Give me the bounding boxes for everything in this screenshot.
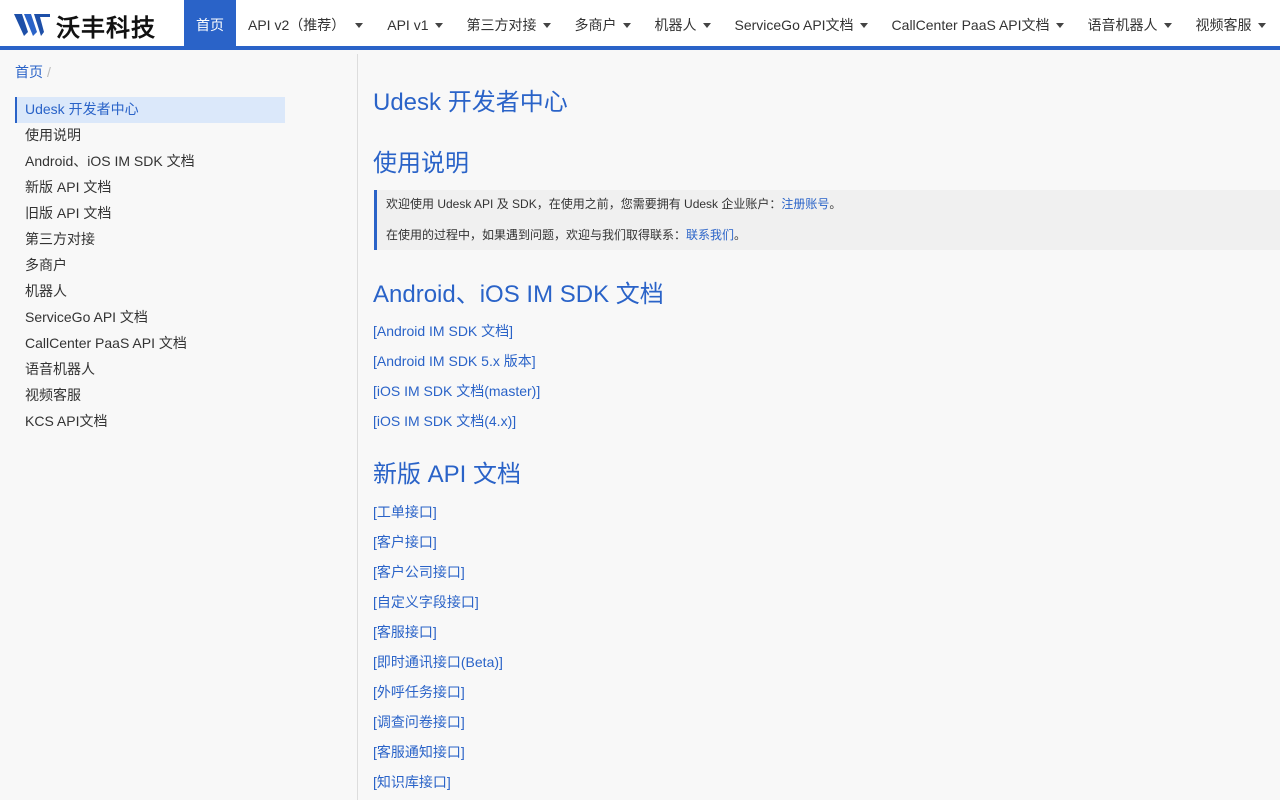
caret-down-icon (542, 22, 551, 28)
toc-item-multi-merchant[interactable]: 多商户 (15, 253, 285, 279)
sdk-heading: Android、iOS IM SDK 文档 (373, 281, 664, 308)
survey-api-link[interactable]: [调查问卷接口] (373, 712, 465, 732)
nav-label: 语音机器人 (1087, 17, 1158, 33)
android-sdk-link[interactable]: [Android IM SDK 文档] (373, 321, 513, 341)
toc-item-servicego[interactable]: ServiceGo API 文档 (15, 305, 285, 331)
caret-down-icon (1257, 22, 1266, 28)
page-title: Udesk 开发者中心 (373, 89, 568, 116)
usage-notice: 欢迎使用 Udesk API 及 SDK，在使用之前，您需要拥有 Udesk 企… (374, 190, 1280, 250)
nav-multi-merchant[interactable]: 多商户 (563, 0, 643, 46)
toc-item-old-api[interactable]: 旧版 API 文档 (15, 201, 285, 227)
toc-item-robot[interactable]: 机器人 (15, 279, 285, 305)
nav-label: 第三方对接 (466, 17, 537, 33)
new-api-heading: 新版 API 文档 (373, 461, 522, 488)
outbound-task-api-link[interactable]: [外呼任务接口] (373, 682, 465, 702)
nav-label: ServiceGo API文档 (734, 17, 854, 33)
caret-down-icon (702, 22, 711, 28)
caret-down-icon (434, 22, 443, 28)
nav-label: API v2（推荐） (248, 17, 346, 33)
custom-field-api-link[interactable]: [自定义字段接口] (373, 592, 479, 612)
notice-text: 欢迎使用 Udesk API 及 SDK，在使用之前，您需要拥有 Udesk 企… (386, 197, 782, 211)
customer-api-link[interactable]: [客户接口] (373, 532, 437, 552)
agent-notification-api-link[interactable]: [客服通知接口] (373, 742, 465, 762)
register-account-link[interactable]: 注册账号 (781, 197, 829, 211)
nav-api-v1[interactable]: API v1 (375, 0, 454, 46)
nav-label: 首页 (196, 17, 224, 33)
notice-text: 。 (829, 197, 842, 211)
toc-item-video-service[interactable]: 视频客服 (15, 383, 285, 409)
caret-down-icon (859, 22, 868, 28)
ios-sdk-4x-link[interactable]: [iOS IM SDK 文档(4.x)] (373, 411, 516, 431)
breadcrumb-separator: / (47, 64, 51, 80)
sidebar: 首页 / Udesk 开发者中心 使用说明 Android、iOS IM SDK … (0, 54, 358, 800)
ticket-api-link[interactable]: [工单接口] (373, 502, 437, 522)
ios-sdk-master-link[interactable]: [iOS IM SDK 文档(master)] (373, 381, 540, 401)
contact-us-link[interactable]: 联系我们 (686, 228, 734, 242)
caret-down-icon (355, 22, 364, 28)
brand[interactable]: 沃丰科技 (14, 10, 156, 42)
table-of-contents: Udesk 开发者中心 使用说明 Android、iOS IM SDK 文档 新… (15, 97, 285, 435)
caret-down-icon (1163, 22, 1172, 28)
nav-label: 机器人 (654, 17, 697, 33)
toc-item-voice-robot[interactable]: 语音机器人 (15, 357, 285, 383)
nav-api-v2[interactable]: API v2（推荐） (236, 0, 375, 46)
knowledge-base-api-link[interactable]: [知识库接口] (373, 772, 451, 792)
customer-company-api-link[interactable]: [客户公司接口] (373, 562, 465, 582)
nav-callcenter[interactable]: CallCenter PaaS API文档 (880, 0, 1076, 46)
usage-heading: 使用说明 (373, 150, 469, 177)
nav-label: CallCenter PaaS API文档 (891, 17, 1050, 33)
nav-servicego[interactable]: ServiceGo API文档 (723, 0, 880, 46)
nav-label: 多商户 (574, 17, 617, 33)
notice-text: 在使用的过程中，如果遇到问题，欢迎与我们取得联系： (386, 228, 687, 242)
breadcrumb-home-link[interactable]: 首页 (15, 64, 43, 80)
notice-text: 。 (734, 228, 747, 242)
wofeng-logo-icon (14, 14, 50, 36)
toc-item-callcenter[interactable]: CallCenter PaaS API 文档 (15, 331, 285, 357)
toc-item-third-party[interactable]: 第三方对接 (15, 227, 285, 253)
notice-line-contact: 在使用的过程中，如果遇到问题，欢迎与我们取得联系：联系我们。 (386, 226, 746, 243)
toc-item-developer-center[interactable]: Udesk 开发者中心 (15, 97, 285, 123)
nav-video-service[interactable]: 视频客服 (1184, 0, 1278, 46)
caret-down-icon (1055, 22, 1064, 28)
brand-name: 沃丰科技 (56, 13, 156, 42)
toc-item-kcs-api[interactable]: KCS API文档 (15, 409, 285, 435)
toc-item-new-api[interactable]: 新版 API 文档 (15, 175, 285, 201)
nav-label: API v1 (387, 17, 429, 33)
caret-down-icon (622, 22, 631, 28)
toc-item-usage[interactable]: 使用说明 (15, 123, 285, 149)
nav-robot[interactable]: 机器人 (643, 0, 723, 46)
toc-item-im-sdk[interactable]: Android、iOS IM SDK 文档 (15, 149, 285, 175)
im-api-link[interactable]: [即时通讯接口(Beta)] (373, 652, 503, 672)
android-sdk-5x-link[interactable]: [Android IM SDK 5.x 版本] (373, 351, 536, 371)
breadcrumb: 首页 / (15, 62, 51, 82)
notice-line-register: 欢迎使用 Udesk API 及 SDK，在使用之前，您需要拥有 Udesk 企… (386, 195, 841, 212)
main-nav: 首页 API v2（推荐） API v1 第三方对接 多商户 机器人 Servi… (184, 0, 1280, 46)
main-content: Udesk 开发者中心 使用说明 欢迎使用 Udesk API 及 SDK，在使… (359, 54, 1280, 800)
nav-third-party[interactable]: 第三方对接 (455, 0, 563, 46)
nav-label: 视频客服 (1195, 17, 1252, 33)
agent-api-link[interactable]: [客服接口] (373, 622, 437, 642)
nav-home[interactable]: 首页 (184, 0, 236, 46)
top-navbar: 沃丰科技 首页 API v2（推荐） API v1 第三方对接 多商户 机器人 … (0, 0, 1280, 50)
nav-voice-robot[interactable]: 语音机器人 (1076, 0, 1184, 46)
